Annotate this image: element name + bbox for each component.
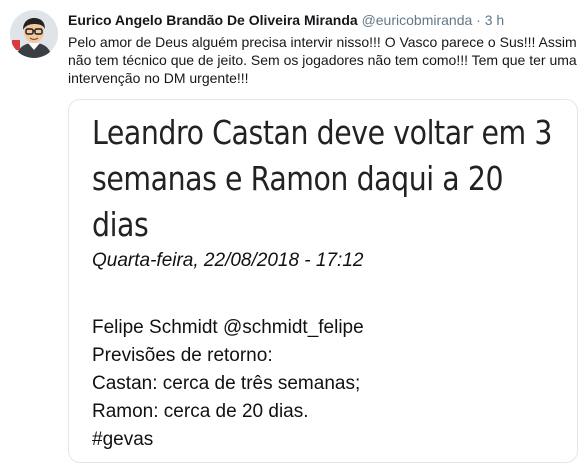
card-headline: Leandro Castan deve voltar em 3 semanas … <box>92 113 552 244</box>
separator-dot: · <box>476 12 481 28</box>
tweet-timestamp[interactable]: 3 h <box>485 12 504 28</box>
card-date: Quarta-feira, 22/08/2018 - 17:12 <box>92 250 364 271</box>
card-body: Felipe Schmidt @schmidt_felipe Previsões… <box>92 314 364 454</box>
author-name[interactable]: Eurico Angelo Brandão De Oliveira Mirand… <box>68 12 358 28</box>
tweet: Eurico Angelo Brandão De Oliveira Mirand… <box>0 0 588 468</box>
card-body-line: Castan: cerca de três semanas; <box>92 373 361 394</box>
tweet-text: Pelo amor de Deus alguém precisa intervi… <box>68 34 577 86</box>
card-body-line: Ramon: cerca de 20 dias. <box>92 401 309 422</box>
card-body-line: Felipe Schmidt @schmidt_felipe <box>92 317 364 338</box>
author-handle[interactable]: @euricobmiranda <box>362 12 473 28</box>
avatar[interactable] <box>10 10 58 58</box>
card-body-line: Previsões de retorno: <box>92 345 273 366</box>
link-card[interactable]: Leandro Castan deve voltar em 3 semanas … <box>68 99 578 463</box>
tweet-header: Eurico Angelo Brandão De Oliveira Mirand… <box>68 11 504 29</box>
avatar-illustration <box>10 10 58 58</box>
card-body-line: #gevas <box>92 429 154 450</box>
